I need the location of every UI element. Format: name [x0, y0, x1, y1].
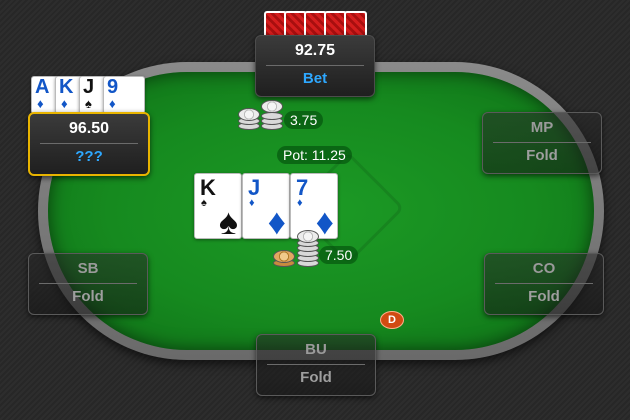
spade-icon: ♠ [201, 197, 207, 209]
board-card: 7 ♦ ♦ [290, 173, 338, 240]
board-card: J ♦ ♦ [242, 173, 290, 242]
diamond-icon: ♦ [61, 96, 68, 111]
action-label: Fold [526, 147, 558, 164]
stack-amount: 96.50 [68, 120, 110, 137]
seat-top[interactable]: 92.75 Bet [255, 35, 375, 97]
stack-amount: 92.75 [294, 42, 336, 59]
hero-card: 9 ♦ [103, 76, 145, 114]
position-label: BU [305, 341, 327, 358]
position-label: MP [530, 119, 554, 136]
pot-label: Pot: 11.25 [277, 146, 352, 164]
seat-mp[interactable]: MP Fold [482, 112, 602, 174]
action-label: Fold [72, 288, 104, 305]
bet-amount: 7.50 [319, 246, 359, 264]
seat-bu[interactable]: BU Fold [256, 334, 376, 396]
diamond-icon: ♦ [297, 197, 303, 209]
diamond-icon: ♦ [109, 96, 116, 111]
diamond-icon: ♦ [37, 96, 44, 111]
divider [495, 283, 593, 284]
board-card: K ♠ ♠ [194, 173, 242, 242]
spade-icon: ♠ [85, 96, 92, 111]
spade-icon: ♠ [218, 201, 238, 242]
seat-co[interactable]: CO Fold [484, 253, 604, 315]
position-label: CO [532, 260, 556, 277]
position-label: SB [77, 260, 99, 277]
divider [493, 142, 591, 143]
seat-sb[interactable]: SB Fold [28, 253, 148, 315]
seat-hero[interactable]: 96.50 ??? [28, 112, 150, 176]
divider [40, 143, 138, 144]
action-label: Fold [528, 288, 560, 305]
bet-amount: 3.75 [284, 111, 324, 129]
diamond-icon: ♦ [249, 197, 255, 209]
action-label: Fold [300, 369, 332, 386]
divider [266, 65, 364, 66]
divider [267, 364, 365, 365]
action-label: Bet [302, 70, 328, 87]
dealer-button: D [380, 311, 404, 329]
divider [39, 283, 137, 284]
action-label: ??? [75, 148, 103, 165]
diamond-icon: ♦ [267, 201, 286, 242]
